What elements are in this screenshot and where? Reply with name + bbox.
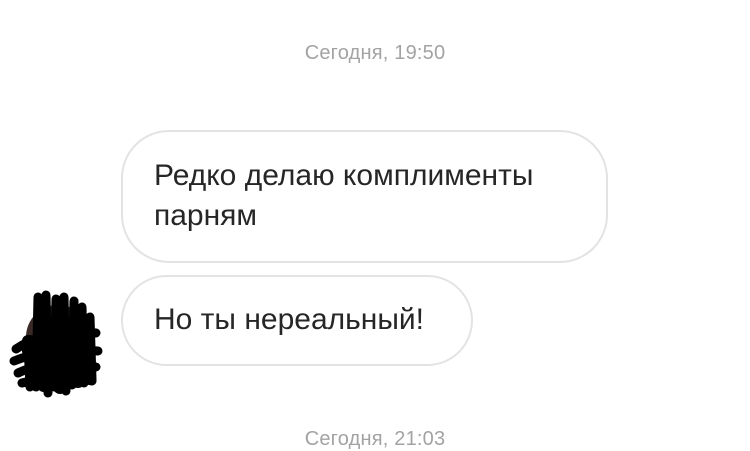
message-bubble[interactable]: Но ты нереальный! (121, 275, 473, 366)
message-text: Редко делаю комплименты парням (154, 159, 534, 232)
message-bubble[interactable]: Редко делаю комплименты парням (121, 130, 608, 263)
message-timestamp: Сегодня, 21:03 (304, 428, 446, 450)
avatar[interactable] (8, 287, 103, 399)
avatar-scribbled-out-icon (9, 290, 103, 398)
message-text: Но ты нереальный! (154, 303, 424, 336)
message-timestamp: Сегодня, 19:50 (304, 42, 446, 64)
